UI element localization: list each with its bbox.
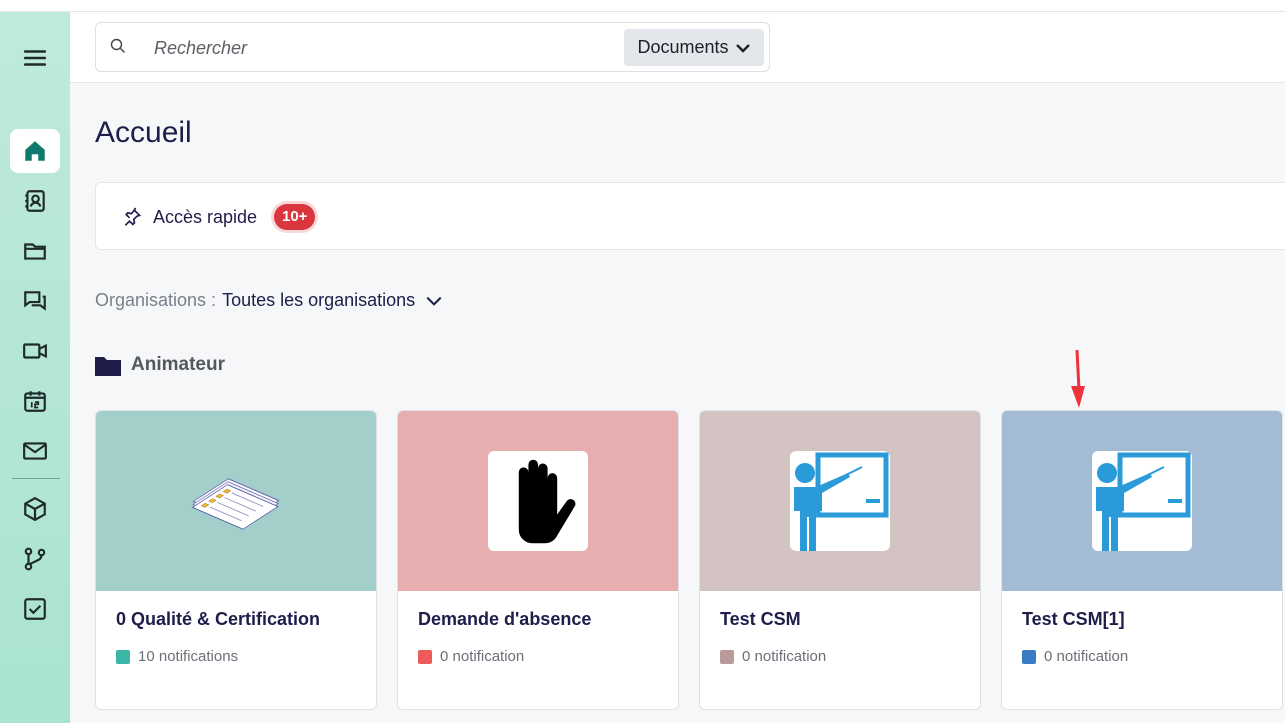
- home-icon: [25, 141, 45, 161]
- card-notification-count: 10 notifications: [116, 648, 238, 665]
- mail-icon: [23, 442, 47, 460]
- organisation-label: Organisations :: [95, 290, 217, 310]
- organisation-filter[interactable]: Organisations : Toutes les organisations: [95, 290, 443, 311]
- section-title: Animateur: [131, 354, 225, 375]
- card-notification-count: 0 notification: [418, 648, 524, 665]
- sidebar-item-calendar[interactable]: [10, 379, 60, 423]
- notification-dot: [1022, 649, 1036, 664]
- folder-icon: [24, 243, 46, 260]
- notification-text: 0 notification: [1044, 648, 1129, 665]
- hand-stop-icon: [488, 451, 588, 551]
- space-card[interactable]: 0 Qualité & Certification 10 notificatio…: [95, 410, 377, 710]
- card-title: 0 Qualité & Certification: [116, 609, 321, 629]
- sidebar-item-contacts[interactable]: [10, 179, 60, 223]
- notification-text: 0 notification: [742, 648, 827, 665]
- documents-checklist-icon: [186, 451, 286, 551]
- quick-access-bar[interactable]: Accès rapide 10+: [95, 182, 1285, 250]
- card-title: Test CSM[1]: [1022, 609, 1125, 629]
- search-scope-label: Documents: [637, 37, 729, 57]
- notification-dot: [720, 649, 734, 664]
- sidebar-item-mail[interactable]: [10, 429, 60, 473]
- red-arrow-annotation: [1071, 350, 1085, 408]
- card-title: Demande d'absence: [418, 609, 592, 629]
- window-top-strip: [0, 0, 1285, 12]
- task-checkbox-icon: [24, 598, 46, 620]
- search-scope-dropdown[interactable]: Documents: [624, 29, 764, 66]
- organisation-value: Toutes les organisations: [222, 290, 416, 310]
- chat-icon: [24, 291, 46, 311]
- quick-access-label: Accès rapide: [153, 207, 258, 227]
- card-notification-count: 0 notification: [1022, 648, 1128, 665]
- chevron-down-icon: [735, 43, 750, 53]
- sidebar-item-video[interactable]: [10, 329, 60, 373]
- cube-icon: [24, 496, 46, 522]
- space-card[interactable]: Test CSM[1] 0 notification: [1001, 410, 1283, 710]
- sidebar-divider: [12, 478, 60, 479]
- contacts-icon: [25, 190, 45, 212]
- sidebar-item-chat[interactable]: [10, 279, 60, 323]
- section-header: Animateur: [95, 354, 225, 376]
- chevron-down-icon: [426, 296, 442, 306]
- presenter-board-icon: [1092, 451, 1192, 551]
- calendar-icon: [24, 391, 46, 412]
- card-notification-count: 0 notification: [720, 648, 826, 665]
- sidebar-item-modules[interactable]: [10, 487, 60, 531]
- folder-filled-icon: [95, 357, 121, 376]
- sidebar-item-home[interactable]: [10, 129, 60, 173]
- sidebar-item-workflow[interactable]: [10, 537, 60, 581]
- search-input[interactable]: [154, 35, 604, 61]
- card-title: Test CSM: [720, 609, 801, 629]
- top-header: Documents: [70, 12, 1285, 83]
- video-icon: [23, 343, 47, 359]
- notification-dot: [418, 649, 432, 664]
- quick-access-badge: 10+: [274, 204, 316, 230]
- workflow-icon: [24, 547, 46, 571]
- sidebar-menu-button[interactable]: [10, 36, 60, 80]
- menu-icon: [23, 50, 47, 66]
- sidebar: [0, 12, 70, 723]
- notification-text: 10 notifications: [138, 648, 239, 665]
- notification-dot: [116, 649, 130, 664]
- page-title: Accueil: [95, 116, 192, 149]
- search-bar: Documents: [95, 22, 770, 72]
- notification-text: 0 notification: [440, 648, 525, 665]
- presenter-board-icon: [790, 451, 890, 551]
- sidebar-item-tasks[interactable]: [10, 587, 60, 631]
- space-card[interactable]: Demande d'absence 0 notification: [397, 410, 679, 710]
- space-card[interactable]: Test CSM 0 notification: [699, 410, 981, 710]
- pin-icon: [124, 207, 142, 226]
- sidebar-item-documents[interactable]: [10, 229, 60, 273]
- search-icon: [110, 38, 125, 53]
